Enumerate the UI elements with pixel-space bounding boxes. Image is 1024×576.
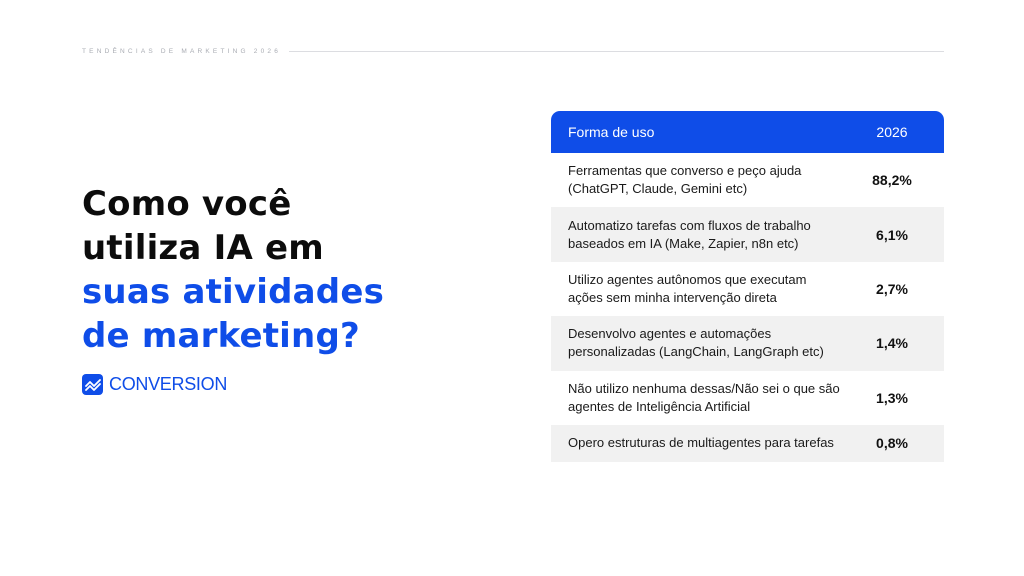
header-bar: TENDÊNCIAS DE MARKETING 2026 [82,44,944,58]
row-value: 2,7% [876,280,908,297]
row-label: Automatizo tarefas com fluxos de trabalh… [568,217,811,251]
row-value: 1,3% [876,389,908,406]
table-row: Automatizo tarefas com fluxos de trabalh… [551,207,944,262]
row-value: 6,1% [876,226,908,243]
row-value: 1,4% [876,335,908,352]
row-label: Ferramentas que converso e peço ajuda (C… [568,163,802,197]
table-row: Utilizo agentes autônomos que executam a… [551,262,944,316]
table-header: Forma de uso 2026 [551,111,944,153]
title-line-1: Como você [82,184,292,224]
title-line-4: de marketing? [82,316,360,356]
row-label: Não utilizo nenhuma dessas/Não sei o que… [568,380,840,414]
title-line-2: utiliza IA em [82,228,324,268]
header-label: TENDÊNCIAS DE MARKETING 2026 [82,47,282,55]
column-header-year: 2026 [876,124,908,140]
table-row: Não utilizo nenhuma dessas/Não sei o que… [551,371,944,425]
row-label: Opero estruturas de multiagentes para ta… [568,435,834,451]
brand-name: CONVERSION [109,374,228,394]
row-label: Utilizo agentes autônomos que executam a… [568,271,807,305]
table-row: Ferramentas que converso e peço ajuda (C… [551,153,944,207]
row-value: 0,8% [876,435,908,452]
table-row: Desenvolvo agentes e automações personal… [551,316,944,371]
table-row: Opero estruturas de multiagentes para ta… [551,424,944,462]
header-divider [289,50,944,52]
title-line-3: suas atividades [82,272,385,312]
column-header-usage: Forma de uso [568,124,655,140]
row-label: Desenvolvo agentes e automações personal… [568,326,824,360]
row-value: 88,2% [872,172,912,189]
chart-trend-icon [82,374,103,395]
brand-logo: CONVERSION [82,374,227,395]
page-title: Como você utiliza IA em suas atividades … [82,182,462,358]
usage-table: Forma de uso 2026 Ferramentas que conver… [551,111,944,462]
